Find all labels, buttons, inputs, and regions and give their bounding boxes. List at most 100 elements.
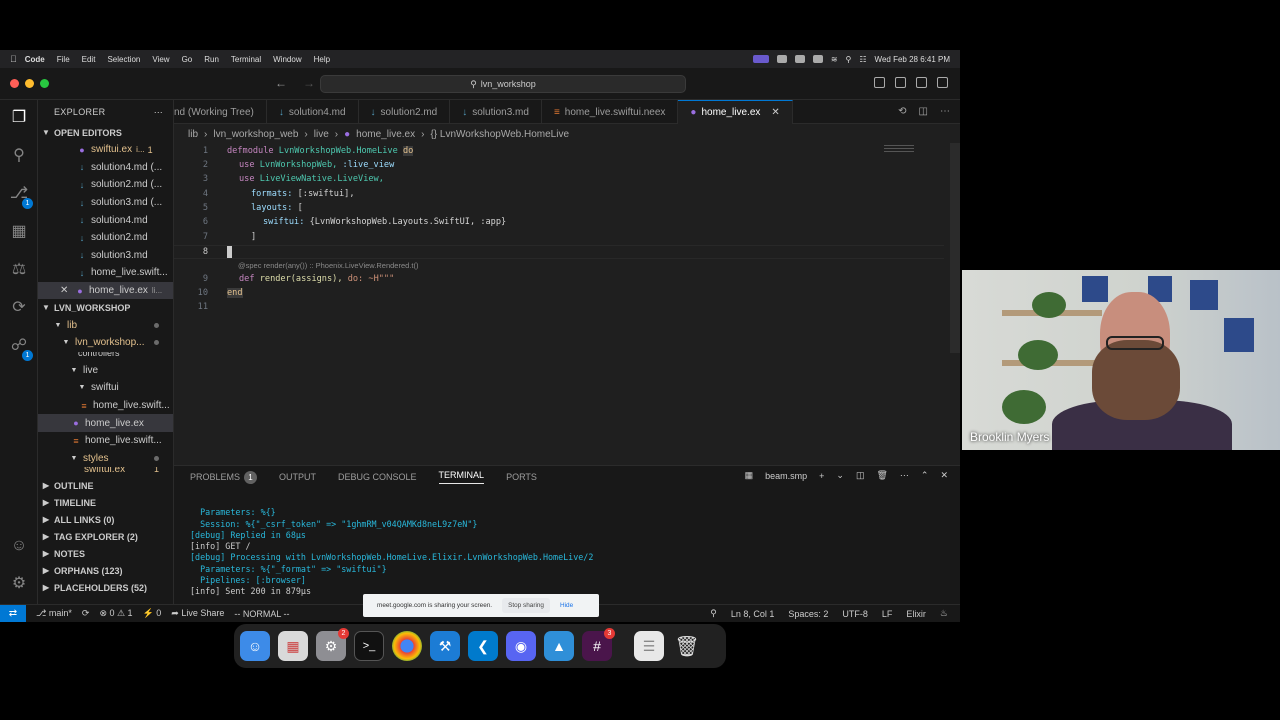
placeholders-section[interactable]: ▶ PLACEHOLDERS (52) bbox=[38, 579, 173, 596]
open-editor-item[interactable]: ↓ home_live.swift... bbox=[38, 264, 173, 282]
tree-folder[interactable]: ▼ styles bbox=[38, 450, 173, 468]
settings-icon[interactable]: ⚙ 2 bbox=[316, 628, 349, 661]
command-center-search[interactable]: ⚲ lvn_workshop bbox=[320, 75, 686, 93]
orphans-section[interactable]: ▶ ORPHANS (123) bbox=[38, 562, 173, 579]
outline-section[interactable]: ▶ OUTLINE bbox=[38, 477, 173, 494]
chevron-down-icon[interactable]: ⌄ bbox=[836, 470, 844, 481]
menu-help[interactable]: Help bbox=[314, 55, 330, 64]
simulator-icon[interactable]: ▲ bbox=[544, 631, 574, 661]
codelens-spec[interactable]: @spec render(any()) :: Phoenix.LiveView.… bbox=[238, 261, 418, 270]
trash-icon[interactable]: 🗑 bbox=[672, 631, 702, 661]
discord-icon[interactable]: ◉ bbox=[506, 631, 536, 661]
branch-indicator[interactable]: ⎇ main* bbox=[36, 608, 72, 619]
search-icon[interactable]: ⚲ bbox=[9, 146, 29, 166]
control-center-icon[interactable]: ☷ bbox=[859, 55, 866, 64]
tab-problems[interactable]: PROBLEMS 1 bbox=[190, 470, 258, 484]
all-links-section[interactable]: ▶ ALL LINKS (0) bbox=[38, 511, 173, 528]
cursor-position[interactable]: Ln 8, Col 1 bbox=[731, 609, 775, 619]
indentation[interactable]: Spaces: 2 bbox=[788, 609, 828, 619]
status-app-icon[interactable] bbox=[776, 55, 787, 63]
back-arrow-icon[interactable]: ← bbox=[275, 76, 287, 90]
tab-solution3[interactable]: ↓ solution3.md bbox=[450, 100, 542, 124]
sync-icon[interactable]: ⟳ bbox=[82, 608, 90, 619]
new-terminal-icon[interactable]: + bbox=[819, 471, 824, 481]
breadcrumb-item[interactable]: {} LvnWorkshopWeb.HomeLive bbox=[430, 129, 569, 140]
tree-file-selected[interactable]: ● home_live.ex bbox=[38, 414, 173, 432]
notifications-bell-icon[interactable]: ♨ bbox=[940, 608, 948, 619]
tree-file[interactable]: ≡ home_live.swift... bbox=[38, 397, 173, 415]
remote-indicator-icon[interactable]: ⇄ bbox=[0, 604, 26, 622]
close-editor-icon[interactable]: ✕ bbox=[60, 285, 74, 296]
terminal-name[interactable]: beam.smp bbox=[765, 471, 807, 481]
toggle-secondary-sidebar-icon[interactable] bbox=[916, 77, 927, 88]
tab-output[interactable]: OUTPUT bbox=[279, 472, 316, 482]
tree-folder[interactable]: ▼ live bbox=[38, 362, 173, 380]
ports-indicator[interactable]: ⚡ 0 bbox=[143, 608, 162, 619]
menubar-datetime[interactable]: Wed Feb 28 6:41 PM bbox=[875, 55, 950, 64]
battery-icon[interactable] bbox=[812, 55, 823, 63]
tree-folder[interactable]: ▼ swiftui bbox=[38, 379, 173, 397]
apple-icon[interactable]:  bbox=[10, 54, 17, 64]
open-editor-item[interactable]: ↓ solution3.md (... bbox=[38, 194, 173, 212]
testing-icon[interactable]: ⚖ bbox=[9, 260, 29, 280]
tree-folder[interactable]: controllers bbox=[38, 352, 173, 362]
editor-scrollbar[interactable] bbox=[950, 143, 960, 353]
customize-layout-icon[interactable] bbox=[937, 77, 948, 88]
more-actions-icon[interactable]: ⋯ bbox=[154, 107, 163, 118]
open-editor-item[interactable]: ↓ solution3.md bbox=[38, 247, 173, 265]
timeline-history-icon[interactable]: ⟲ bbox=[898, 106, 906, 117]
launchpad-icon[interactable]: ▦ bbox=[278, 631, 308, 661]
open-editors-section[interactable]: ▼ OPEN EDITORS bbox=[38, 124, 173, 141]
tab-terminal[interactable]: TERMINAL bbox=[438, 470, 485, 484]
close-window-button[interactable] bbox=[10, 79, 19, 88]
more-actions-icon[interactable]: ⋯ bbox=[940, 106, 950, 117]
encoding[interactable]: UTF-8 bbox=[842, 609, 868, 619]
notes-icon[interactable]: ☰ bbox=[634, 631, 664, 661]
menu-window[interactable]: Window bbox=[273, 55, 301, 64]
maximize-panel-icon[interactable]: ⌃ bbox=[921, 470, 929, 481]
remote-explorer-icon[interactable]: ⟳ bbox=[9, 298, 29, 318]
open-editor-item[interactable]: ↓ solution4.md bbox=[38, 211, 173, 229]
wifi-icon[interactable]: ≋ bbox=[831, 55, 838, 64]
extensions-icon[interactable]: ▦ bbox=[9, 222, 29, 242]
slack-icon[interactable]: #3 bbox=[582, 628, 615, 661]
tree-file[interactable]: ≡ home_live.swift... bbox=[38, 432, 173, 450]
toggle-sidebar-icon[interactable] bbox=[874, 77, 885, 88]
vscode-icon[interactable]: ❮ bbox=[468, 631, 498, 661]
breadcrumb-item[interactable]: lvn_workshop_web bbox=[213, 129, 298, 140]
menu-edit[interactable]: Edit bbox=[82, 55, 96, 64]
status-extension-icon[interactable] bbox=[794, 55, 805, 63]
hide-banner-button[interactable]: Hide bbox=[560, 602, 573, 609]
tree-folder[interactable]: ▼ lib bbox=[38, 316, 173, 334]
tree-folder[interactable]: ▼ lvn_workshop... bbox=[38, 334, 173, 352]
minimap[interactable] bbox=[884, 145, 914, 155]
close-tab-icon[interactable]: ✕ bbox=[771, 107, 779, 118]
chrome-icon[interactable] bbox=[392, 631, 422, 661]
menu-run[interactable]: Run bbox=[204, 55, 219, 64]
tag-explorer-section[interactable]: ▶ TAG EXPLORER (2) bbox=[38, 528, 173, 545]
kill-terminal-icon[interactable]: 🗑 bbox=[876, 470, 887, 481]
stop-sharing-button[interactable]: Stop sharing bbox=[502, 598, 550, 613]
explorer-icon[interactable]: ❐ bbox=[9, 108, 29, 128]
workspace-section[interactable]: ▼ LVN_WORKSHOP bbox=[38, 299, 173, 316]
breadcrumb-item[interactable]: home_live.ex bbox=[356, 129, 415, 140]
tree-file[interactable]: swiftui.ex 1 bbox=[38, 467, 173, 477]
language-mode[interactable]: Elixir bbox=[906, 609, 926, 619]
close-panel-icon[interactable]: ✕ bbox=[940, 470, 948, 481]
menu-terminal[interactable]: Terminal bbox=[231, 55, 261, 64]
tab-home-live-ex[interactable]: ● home_live.ex ✕ bbox=[678, 100, 793, 124]
code-editor[interactable]: 1 defmodule LvnWorkshopWeb.HomeLive do 2… bbox=[174, 143, 960, 465]
tab-working-tree[interactable]: nd (Working Tree) bbox=[174, 100, 267, 124]
open-editor-item[interactable]: ↓ solution2.md (... bbox=[38, 176, 173, 194]
tab-solution2[interactable]: ↓ solution2.md bbox=[359, 100, 451, 124]
breadcrumb-item[interactable]: live bbox=[314, 129, 329, 140]
live-share-button[interactable]: ➦ Live Share bbox=[171, 608, 224, 619]
breadcrumb-item[interactable]: lib bbox=[188, 129, 198, 140]
problems-indicator[interactable]: ⊗ 0 ⚠ 1 bbox=[99, 608, 132, 619]
manage-gear-icon[interactable]: ⚙ bbox=[9, 574, 29, 594]
open-editor-item[interactable]: ● swiftui.ex i... 1 bbox=[38, 141, 173, 159]
toggle-panel-icon[interactable] bbox=[895, 77, 906, 88]
screen-share-icon[interactable] bbox=[752, 55, 769, 63]
notes-section[interactable]: ▶ NOTES bbox=[38, 545, 173, 562]
open-editor-item[interactable]: ↓ solution2.md bbox=[38, 229, 173, 247]
